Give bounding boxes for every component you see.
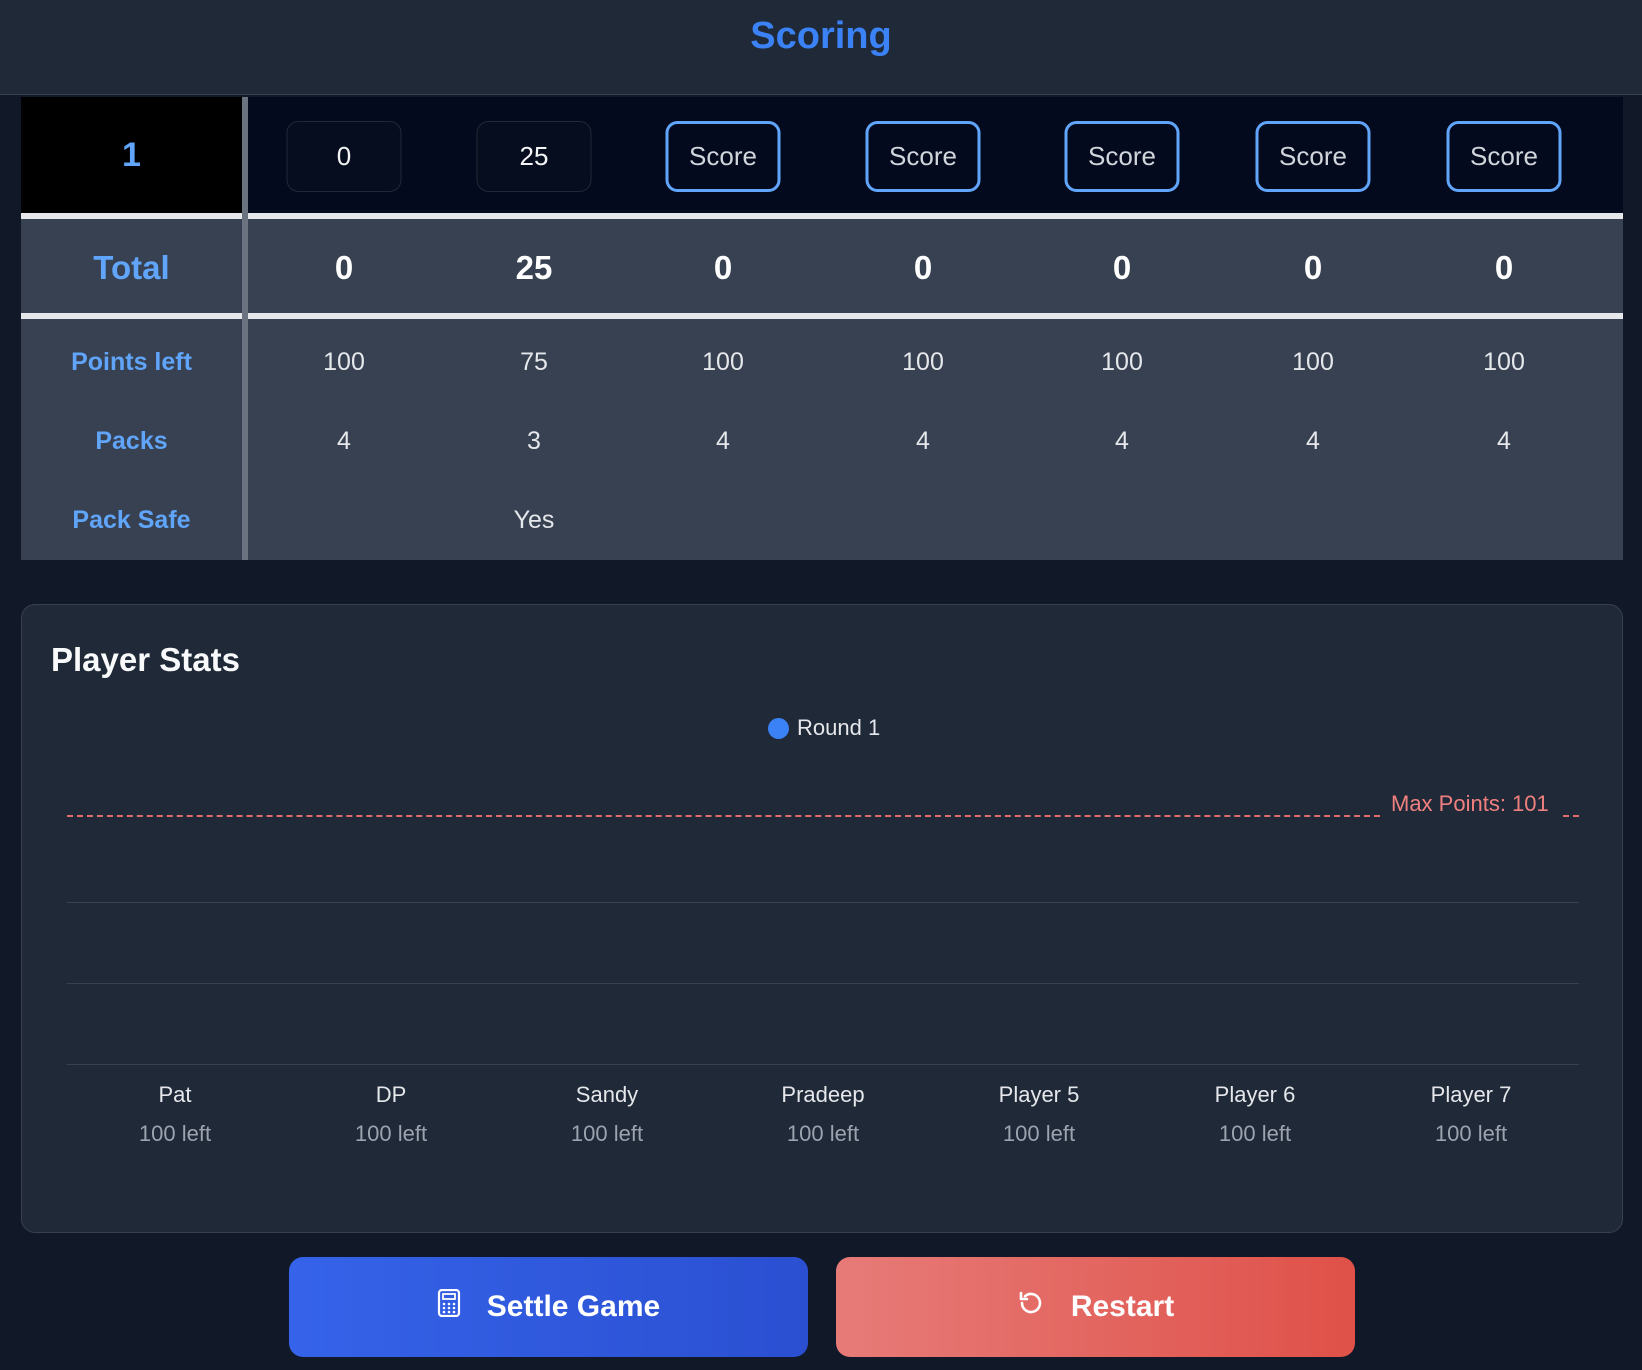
points-left-value: 100 — [902, 348, 944, 376]
score-button-pradeep[interactable]: Score — [865, 121, 981, 192]
packs-value: 4 — [1306, 427, 1320, 455]
points-left-label: Points left — [71, 348, 192, 376]
total-label: Total — [93, 249, 170, 286]
restart-button[interactable]: Restart — [836, 1257, 1355, 1357]
points-left-value: 75 — [520, 348, 548, 376]
total-row: Total 0 25 0 0 0 0 0 — [21, 219, 1623, 313]
score-input-pat[interactable]: 0 — [286, 121, 402, 192]
column-divider — [242, 97, 248, 560]
total-value: 0 — [1112, 249, 1132, 286]
player-name: DP — [375, 1082, 407, 1107]
total-value: 0 — [713, 249, 733, 286]
packs-value: 4 — [1115, 427, 1129, 455]
total-value: 0 — [1303, 249, 1323, 286]
chart-x-label: Pat 100 left — [85, 1082, 265, 1147]
score-button-sandy[interactable]: Score — [665, 121, 781, 192]
max-points-line-end — [1563, 815, 1579, 817]
restart-label: Restart — [1070, 1290, 1175, 1323]
player-name: Player 7 — [1430, 1082, 1512, 1107]
packs-value: 4 — [916, 427, 930, 455]
app-header: Scoring — [0, 0, 1642, 95]
legend-round1-label: Round 1 — [797, 715, 881, 740]
chart-x-label: Player 5 100 left — [949, 1082, 1129, 1147]
player-name: Pradeep — [781, 1082, 865, 1107]
settle-game-button[interactable]: Settle Game — [289, 1257, 808, 1357]
row-divider — [21, 313, 1623, 319]
legend-round1-marker — [768, 717, 789, 739]
restart-icon — [1017, 1289, 1045, 1325]
score-button-player6[interactable]: Score — [1255, 121, 1371, 192]
max-points-label: Max Points: 101 — [1391, 791, 1549, 816]
chart-x-label: DP 100 left — [301, 1082, 481, 1147]
points-left-value: 100 — [1292, 348, 1334, 376]
total-value: 0 — [334, 249, 354, 286]
player-points-left: 100 left — [1002, 1121, 1076, 1146]
chart-x-label: Player 6 100 left — [1165, 1082, 1345, 1147]
packs-value: 4 — [337, 427, 351, 455]
chart-gridline — [67, 902, 1579, 903]
pack-safe-value: Yes — [513, 506, 555, 534]
points-left-value: 100 — [1101, 348, 1143, 376]
player-stats-title: Player Stats — [51, 641, 240, 678]
player-points-left: 100 left — [786, 1121, 860, 1146]
total-value: 0 — [913, 249, 933, 286]
round-number: 1 — [21, 97, 242, 213]
player-name: Pat — [158, 1082, 192, 1107]
chart-legend[interactable]: Round 1 — [768, 715, 880, 741]
player-name: Sandy — [575, 1082, 639, 1107]
player-points-left: 100 left — [1218, 1121, 1292, 1146]
player-points-left: 100 left — [138, 1121, 212, 1146]
points-left-value: 100 — [1483, 348, 1525, 376]
score-button-player5[interactable]: Score — [1064, 121, 1180, 192]
chart-x-label: Sandy 100 left — [517, 1082, 697, 1147]
packs-label: Packs — [95, 427, 168, 455]
player-stats-panel: Player Stats Round 1 Max Points: 101 Pat… — [21, 604, 1623, 1233]
total-value: 25 — [515, 249, 553, 286]
score-button-player7[interactable]: Score — [1446, 121, 1562, 192]
page-title: Scoring — [750, 14, 892, 57]
max-points-line — [67, 815, 1380, 817]
score-table: 1 0 25 Score Score Score Score Score Tot… — [21, 97, 1623, 560]
round-row: 1 0 25 Score Score Score Score Score — [21, 97, 1623, 213]
chart-gridline — [67, 983, 1579, 984]
packs-value: 3 — [527, 427, 541, 455]
player-points-left: 100 left — [354, 1121, 428, 1146]
player-name: Player 5 — [998, 1082, 1080, 1107]
chart-baseline — [67, 1064, 1579, 1065]
packs-value: 4 — [1497, 427, 1511, 455]
player-name: Player 6 — [1214, 1082, 1296, 1107]
points-left-value: 100 — [702, 348, 744, 376]
total-value: 0 — [1494, 249, 1514, 286]
pack-safe-label: Pack Safe — [72, 506, 191, 534]
chart-x-label: Player 7 100 left — [1381, 1082, 1561, 1147]
points-left-value: 100 — [323, 348, 365, 376]
score-input-dp[interactable]: 25 — [476, 121, 592, 192]
chart-x-label: Pradeep 100 left — [733, 1082, 913, 1147]
packs-value: 4 — [716, 427, 730, 455]
settle-game-label: Settle Game — [486, 1290, 661, 1323]
calculator-icon — [437, 1288, 461, 1325]
player-points-left: 100 left — [570, 1121, 644, 1146]
player-points-left: 100 left — [1434, 1121, 1508, 1146]
